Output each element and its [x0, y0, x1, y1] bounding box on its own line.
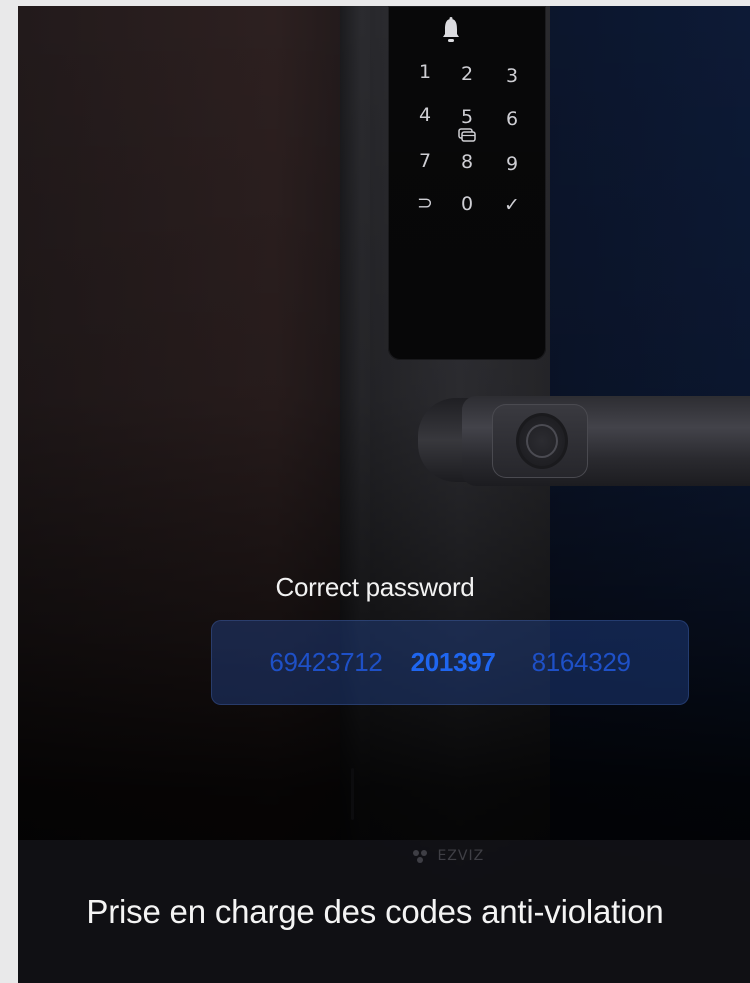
keypad-key-2[interactable]: 2 — [452, 60, 482, 88]
keypad-key-1[interactable]: 1 — [410, 58, 440, 86]
keypad-key-confirm[interactable]: ✓ — [497, 191, 527, 219]
keypad-key-0[interactable]: 0 — [452, 190, 482, 218]
password-title: Correct password — [275, 572, 475, 602]
bell-icon — [443, 17, 459, 42]
keypad-key-3[interactable]: 3 — [497, 62, 527, 90]
feature-caption: Prise en charge des codes anti-violation — [86, 893, 664, 930]
fingerprint-scanner-icon — [526, 424, 558, 458]
brand-name: EZVIZ — [437, 848, 485, 864]
brand-logo-icon — [413, 850, 427, 863]
brand-logo: EZVIZ — [410, 848, 520, 864]
keypad-key-8[interactable]: 8 — [452, 148, 482, 176]
photo-shading — [18, 6, 750, 983]
password-row: 69423712 201397 8164329 — [211, 620, 689, 705]
keypad-key-9[interactable]: 9 — [497, 150, 527, 178]
product-photo — [18, 6, 750, 983]
key-slot — [351, 768, 354, 820]
keypad-key-4[interactable]: 4 — [410, 101, 440, 129]
keypad-key-5[interactable]: 5 — [452, 103, 482, 131]
keypad-key-7[interactable]: 7 — [410, 147, 440, 175]
keypad-key-6[interactable]: 6 — [497, 105, 527, 133]
password-suffix: 8164329 — [531, 647, 631, 677]
password-code: 201397 — [410, 647, 496, 677]
password-prefix: 69423712 — [269, 647, 383, 677]
keypad-key-back[interactable]: ⊃ — [410, 189, 440, 217]
